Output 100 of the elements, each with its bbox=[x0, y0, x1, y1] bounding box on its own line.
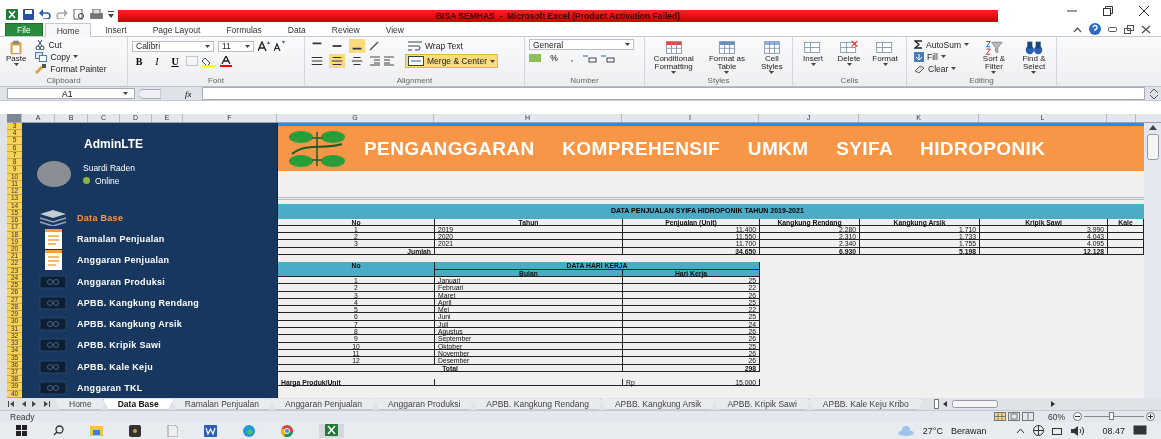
ribbon-button[interactable]: Copy bbox=[32, 51, 110, 62]
ribbon-button[interactable]: Merge & Center bbox=[405, 54, 498, 68]
undo-icon[interactable] bbox=[39, 9, 51, 19]
chevron-up-icon[interactable] bbox=[1016, 427, 1026, 434]
ribbon-button[interactable]: Conditional Formatting bbox=[649, 39, 699, 75]
underline-button[interactable]: U bbox=[168, 55, 182, 67]
normal-view-icon[interactable] bbox=[994, 412, 1006, 421]
sheet-tab[interactable]: Data Base bbox=[102, 398, 174, 410]
sidebar-item[interactable]: APBB. Kale Keju bbox=[22, 356, 277, 378]
percent-button[interactable]: % bbox=[547, 52, 561, 64]
ribbon-tab[interactable]: File bbox=[5, 23, 43, 36]
ribbon-tab[interactable]: Review bbox=[319, 23, 372, 36]
battery-icon[interactable] bbox=[1052, 425, 1064, 436]
vertical-scrollbar[interactable] bbox=[1144, 123, 1161, 398]
search-icon[interactable] bbox=[53, 425, 64, 436]
ribbon-tab[interactable]: Home bbox=[44, 23, 92, 37]
sheet-tab[interactable]: APBB. Kangkung Arsik bbox=[599, 398, 717, 410]
bold-button[interactable]: B bbox=[132, 55, 146, 67]
sidebar-item[interactable]: Ramalan Penjualan bbox=[22, 228, 277, 250]
next-sheet-icon[interactable] bbox=[32, 401, 38, 407]
grow-font-icon[interactable] bbox=[258, 41, 270, 51]
sidebar-item[interactable]: Anggaran TKL bbox=[22, 377, 277, 399]
align-icon[interactable] bbox=[309, 54, 325, 68]
ribbon-button[interactable]: Delete bbox=[833, 39, 865, 67]
print-preview-icon[interactable] bbox=[73, 8, 85, 20]
globe-icon[interactable] bbox=[1033, 425, 1045, 436]
ribbon-button[interactable]: Cell Styles bbox=[755, 39, 788, 75]
sidebar-item[interactable]: APBB. Kangkung Rendang bbox=[22, 292, 277, 314]
ribbon-button[interactable]: AutoSum bbox=[911, 39, 972, 50]
ribbon-tab[interactable]: Insert bbox=[93, 23, 139, 36]
help-icon[interactable] bbox=[1089, 23, 1101, 35]
sidebar-item[interactable]: Data Base bbox=[22, 207, 277, 229]
insert-function-button[interactable]: fx bbox=[185, 88, 192, 99]
sidebar-item[interactable]: APBB. Kripik Sawi bbox=[22, 334, 277, 357]
scroll-thumb-icon[interactable] bbox=[1147, 134, 1159, 160]
speaker-icon[interactable] bbox=[1071, 425, 1085, 436]
app-icon[interactable] bbox=[129, 424, 141, 437]
start-icon[interactable] bbox=[16, 425, 27, 436]
browser-icon[interactable] bbox=[243, 424, 255, 437]
page-break-view-icon[interactable] bbox=[1022, 412, 1034, 421]
first-sheet-icon[interactable] bbox=[8, 401, 14, 407]
ribbon-button[interactable]: Find & Select bbox=[1016, 39, 1052, 75]
page-layout-view-icon[interactable] bbox=[1008, 412, 1020, 421]
last-sheet-icon[interactable] bbox=[44, 401, 50, 407]
fill-color-icon[interactable] bbox=[202, 55, 216, 67]
ribbon-button[interactable]: Cut bbox=[32, 39, 110, 50]
minimize-icon[interactable] bbox=[1108, 26, 1117, 32]
ribbon-button[interactable]: Clear bbox=[911, 63, 972, 74]
collapse-ribbon-icon[interactable] bbox=[1073, 25, 1082, 33]
ribbon-button[interactable]: Insert bbox=[797, 39, 829, 67]
customize-menu-icon[interactable] bbox=[108, 10, 114, 18]
name-box[interactable]: A1 bbox=[7, 88, 135, 99]
sheet-tab[interactable]: Home bbox=[54, 398, 107, 410]
ribbon-button[interactable]: Format Painter bbox=[32, 63, 110, 74]
ribbon-tab[interactable]: Formulas bbox=[214, 23, 274, 36]
ribbon-button[interactable]: Format bbox=[869, 39, 901, 67]
split-handle-icon[interactable] bbox=[933, 399, 939, 409]
ribbon-button[interactable]: Sort & Filter bbox=[975, 39, 1012, 75]
italic-button[interactable]: I bbox=[150, 55, 164, 67]
formula-input-field[interactable] bbox=[201, 87, 1145, 100]
zoom-in-icon[interactable] bbox=[1146, 412, 1155, 421]
zoom-out-icon[interactable] bbox=[1073, 412, 1082, 421]
zoom-percent[interactable]: 60% bbox=[1048, 411, 1065, 422]
shrink-font-icon[interactable] bbox=[274, 41, 285, 51]
align-icon[interactable] bbox=[349, 54, 365, 68]
ribbon-tab[interactable]: View bbox=[373, 23, 416, 36]
spreadsheet-app-icon[interactable] bbox=[325, 423, 338, 436]
ribbon-button[interactable]: Fill bbox=[911, 51, 972, 62]
spreadsheet-app-icon[interactable] bbox=[6, 8, 18, 20]
close-icon[interactable] bbox=[1139, 6, 1149, 16]
font-size-field[interactable]: 11 bbox=[218, 40, 254, 52]
align-icon[interactable] bbox=[329, 54, 345, 68]
scroll-arrows-icon[interactable] bbox=[1149, 87, 1159, 100]
ribbon-button[interactable]: Paste bbox=[4, 39, 29, 67]
scroll-up-icon[interactable] bbox=[1149, 125, 1157, 130]
sidebar-item[interactable]: Anggaran Penjualan bbox=[22, 249, 277, 271]
save-icon[interactable] bbox=[23, 8, 34, 20]
printer-icon[interactable] bbox=[90, 8, 103, 20]
folder-icon[interactable] bbox=[90, 425, 103, 436]
sheet-tab[interactable]: APBB. Kangkung Rendang bbox=[471, 398, 604, 410]
browser-icon[interactable] bbox=[281, 424, 293, 437]
font-color-icon[interactable] bbox=[220, 55, 232, 67]
sheet-tab[interactable]: APBB. Kripik Sawi bbox=[712, 398, 812, 410]
font-name-field[interactable]: Calibri bbox=[132, 40, 214, 52]
sidebar-item[interactable]: Anggaran Produksi bbox=[22, 270, 277, 293]
word-processor-icon[interactable] bbox=[204, 424, 217, 437]
sidebar-item[interactable]: APBB. Kangkung Arsik bbox=[22, 313, 277, 335]
ribbon-button[interactable]: Format as Table bbox=[702, 39, 752, 75]
clock-time[interactable]: 08.47 bbox=[1102, 425, 1125, 436]
restore-icon[interactable] bbox=[1103, 6, 1113, 16]
restore-icon[interactable] bbox=[1124, 24, 1134, 34]
sheet-tab[interactable]: APBB. Kale Keju Kribo bbox=[807, 398, 924, 410]
ribbon-tab[interactable]: Data bbox=[275, 23, 318, 36]
ribbon-button[interactable]: Wrap Text bbox=[405, 39, 498, 53]
slider-thumb[interactable] bbox=[1109, 412, 1114, 420]
close-icon[interactable] bbox=[1141, 24, 1151, 34]
number-format-field[interactable]: General bbox=[529, 39, 634, 50]
align-icon[interactable] bbox=[349, 39, 365, 53]
ribbon-tab[interactable]: Page Layout bbox=[140, 23, 213, 36]
horizontal-scrollbar-icon[interactable] bbox=[942, 399, 1055, 409]
